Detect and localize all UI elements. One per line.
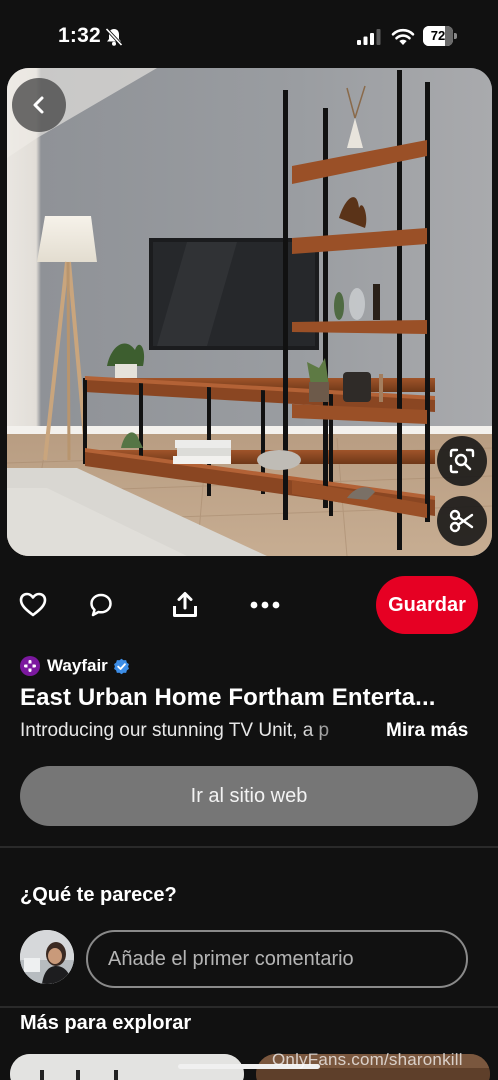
divider	[0, 846, 498, 848]
share-icon	[173, 592, 197, 617]
comments-heading: ¿Qué te parece?	[20, 884, 177, 906]
bell-slash-icon	[105, 27, 123, 47]
explore-heading: Más para explorar	[20, 1012, 192, 1034]
scissors-icon	[449, 509, 474, 533]
description-fade	[300, 718, 390, 746]
watermark: OnlyFans.com/sharonkill	[272, 1050, 463, 1069]
like-button[interactable]	[16, 588, 50, 622]
wayfair-logo-icon	[20, 656, 40, 676]
avatar[interactable]	[20, 930, 74, 984]
comment-input[interactable]: Añade el primer comentario	[86, 930, 468, 988]
pin-title: East Urban Home Fortham Enterta...	[20, 684, 436, 711]
signal-icon	[357, 29, 381, 45]
share-button[interactable]	[168, 588, 202, 622]
status-time: 1:32	[58, 24, 101, 47]
tv-unit-shelving-image[interactable]	[7, 68, 492, 556]
chevron-left-icon	[33, 96, 44, 114]
comment-placeholder: Añade el primer comentario	[108, 947, 354, 970]
comment-button[interactable]	[84, 588, 118, 622]
comment-icon	[90, 593, 112, 617]
visual-search-icon	[449, 448, 475, 474]
see-more-link[interactable]: Mira más	[386, 720, 468, 742]
save-button[interactable]: Guardar	[376, 576, 478, 634]
source-name[interactable]: Wayfair	[47, 656, 108, 676]
more-button[interactable]	[248, 588, 282, 622]
divider	[0, 1006, 498, 1008]
back-button[interactable]	[12, 78, 66, 132]
verified-badge-icon	[113, 658, 129, 674]
crop-button[interactable]	[437, 496, 487, 546]
source-profile[interactable]: Wayfair	[20, 654, 130, 678]
status-bar: 1:32 72	[0, 0, 498, 70]
battery-label: 72	[430, 28, 446, 43]
visual-search-button[interactable]	[437, 436, 487, 486]
more-icon	[250, 601, 280, 609]
heart-icon	[19, 592, 47, 617]
battery-icon: 72	[423, 26, 457, 46]
wifi-icon	[391, 28, 415, 45]
visit-site-button[interactable]: Ir al sitio web	[20, 766, 478, 826]
